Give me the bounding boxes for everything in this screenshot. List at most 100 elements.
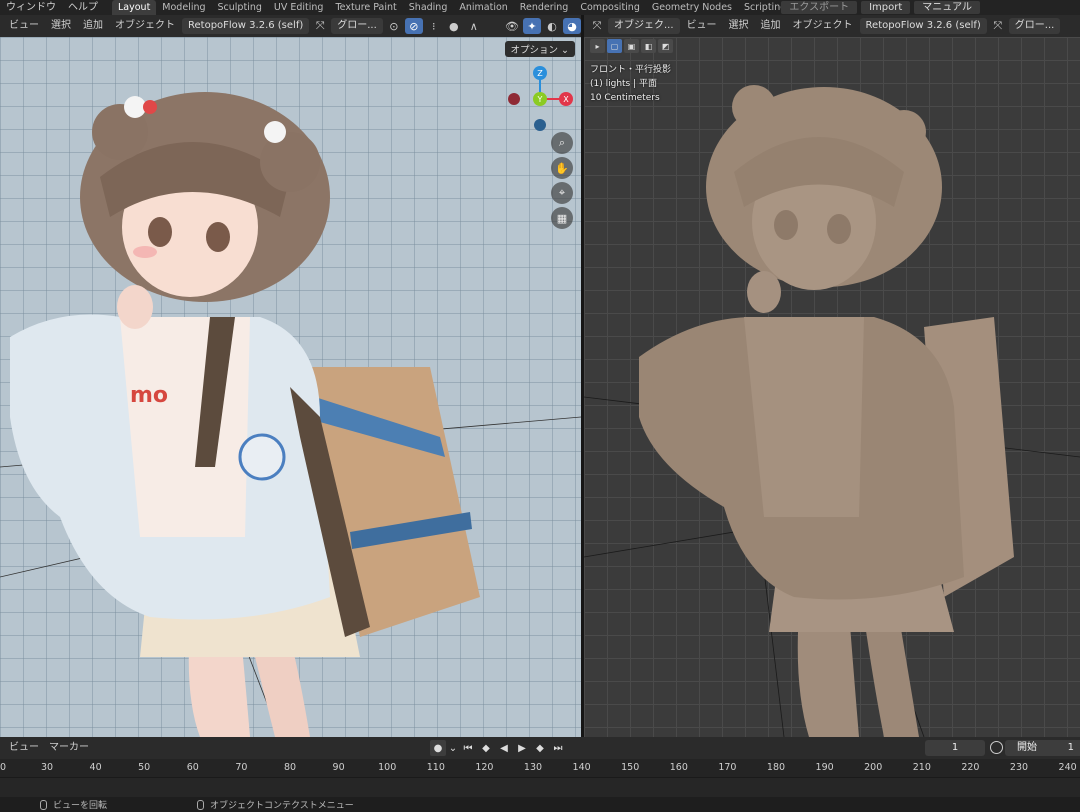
tab-rendering[interactable]: Rendering [514,0,575,15]
clay-character [584,85,1080,737]
object-mode-dropdown[interactable]: オブジェク... [608,18,680,34]
start-frame-field[interactable]: 開始 1 [1005,740,1080,756]
tab-sculpting[interactable]: Sculpting [212,0,268,15]
menu-help[interactable]: ヘルプ [62,0,104,15]
import-button[interactable]: Import [861,1,911,14]
mouse-icon [197,799,205,810]
prev-keyframe-icon[interactable]: ◆ [478,740,494,756]
mouse-icon [40,799,47,810]
zoom-icon[interactable]: ⌕ [551,132,573,154]
status-context-label: オブジェクトコンテクストメニュー [210,801,354,811]
timeline-view-menu[interactable]: ビュー [4,739,44,757]
transform-pivot-icon[interactable]: ⤧ [311,18,329,34]
menu-object[interactable]: オブジェクト [788,17,858,35]
timeline-tick-label: 50 [138,762,151,773]
timeline-ruler[interactable]: 0 30 40 50 60 70 80 90 100 110 120 130 140 150 160 170 1… [0,759,1080,777]
timeline-tick-label: 140 [572,762,591,773]
timeline-tick-label: 70 [235,762,248,773]
menu-add[interactable]: 追加 [78,17,108,35]
options-dropdown[interactable]: オプション ⌄ [504,41,575,57]
tab-compositing[interactable]: Compositing [574,0,646,15]
export-button[interactable]: エクスポート [781,1,858,14]
timeline-marker-menu[interactable]: マーカー [44,739,94,757]
status-rotate: ビューを回転 [40,798,107,811]
retopoflow-dropdown[interactable]: RetopoFlow 3.2.6 (self) [859,18,987,34]
gizmo-icon[interactable]: ✦ [523,18,541,34]
left-3d-viewport[interactable]: mo オプション ⌄ Z Y X ⌕ ✋ ⌖ ▦ [0,37,581,737]
overlay-icon[interactable]: ◐ [543,18,561,34]
timeline-track[interactable] [0,777,1080,797]
tab-modeling[interactable]: Modeling [156,0,211,15]
right-viewport-header: ⤧ オブジェク... ビュー 選択 追加 オブジェクト RetopoFlow 3… [584,15,1080,37]
pivot-icon[interactable]: ⊙ [385,18,403,34]
timeline-tick-label: 230 [1009,762,1029,773]
menu-object[interactable]: オブジェクト [110,17,180,35]
timeline-tick-label: 0 [0,762,7,773]
neg-x-handle [508,93,520,105]
timeline-tick-label: 240 [1058,762,1077,773]
x-label: X [563,95,569,104]
tab-layout[interactable]: Layout [112,0,157,15]
hand-shape [117,285,153,329]
menu-view[interactable]: ビュー [4,17,44,35]
transform-orientation-dropdown[interactable]: グロー... [331,18,383,34]
record-options-icon[interactable]: ⌄ [448,740,458,756]
menu-select[interactable]: 選択 [46,17,76,35]
rendered-character: mo [0,92,581,737]
top-menu-bar: ウィンドウ ヘルプ Layout Modeling Sculpting UV E… [0,0,1080,15]
status-context: オブジェクトコンテクストメニュー [197,798,354,811]
snap-target-icon[interactable]: ⁝ [425,18,443,34]
jump-end-icon[interactable]: ⏭ [550,740,566,756]
transform-orientation-dropdown[interactable]: グロー... [1008,18,1061,34]
play-reverse-icon[interactable]: ◀ [496,740,512,756]
clock-icon[interactable] [990,741,1003,754]
menu-view[interactable]: ビュー [682,17,722,35]
hair-accessory-shape [143,100,157,114]
current-frame-field[interactable]: 1 [925,740,985,756]
eye-shape [206,222,230,252]
visibility-icon[interactable]: 👁 [503,18,521,34]
scale-label: 10 Centimeters [590,93,660,103]
timeline-tick-label: 60 [186,762,199,773]
eye-shape [827,214,851,244]
start-value: 1 [1067,742,1074,753]
shading-solid-icon[interactable]: ◕ [563,18,581,34]
tab-texture-paint[interactable]: Texture Paint [329,0,402,15]
view-name-label: フロント・平行投影 [590,65,672,75]
navigation-gizmo[interactable]: Z Y X [505,65,575,135]
snap-icon[interactable]: ⊘ [404,18,423,34]
falloff-icon[interactable]: ∧ [465,18,483,34]
legs-shape [864,617,919,737]
tab-animation[interactable]: Animation [453,0,513,15]
jump-start-icon[interactable]: ⏮ [460,740,476,756]
camera-icon[interactable]: ⌖ [551,182,573,204]
retopoflow-dropdown[interactable]: RetopoFlow 3.2.6 (self) [182,18,310,34]
menu-select[interactable]: 選択 [724,17,754,35]
menu-window[interactable]: ウィンドウ [0,0,62,15]
eye-shape [148,217,172,247]
timeline-tick-label: 210 [912,762,931,773]
playback-controls: ● ⌄ ⏮ ◆ ◀ ▶ ◆ ⏭ [430,740,566,756]
tab-shading[interactable]: Shading [403,0,454,15]
grid-icon[interactable]: ▦ [551,207,573,229]
menu-add[interactable]: 追加 [756,17,786,35]
timeline-tick-label: 30 [40,762,54,773]
tab-geometry-nodes[interactable]: Geometry Nodes [646,0,738,15]
record-icon[interactable]: ● [430,740,446,756]
blush-shape [133,246,157,258]
play-icon[interactable]: ▶ [514,740,530,756]
eye-shape [774,210,798,240]
shirt-print-graphic: mo [130,383,168,408]
manual-button[interactable]: マニュアル [914,1,980,14]
timeline-tick-label: 180 [766,762,786,773]
next-keyframe-icon[interactable]: ◆ [532,740,548,756]
editor-type-icon[interactable]: ⤧ [588,18,606,34]
hair-accessory-shape [124,96,146,118]
transform-pivot-icon[interactable]: ⤧ [989,18,1007,34]
tab-uv-editing[interactable]: UV Editing [268,0,330,15]
options-label: オプション [510,45,559,56]
timeline-tick-label: 90 [332,762,345,773]
proportional-edit-icon[interactable]: ● [445,18,463,34]
hand-pan-icon[interactable]: ✋ [551,157,573,179]
right-3d-viewport[interactable]: ▸ ▢ ▣ ◧ ◩ フロント・平行投影 (1) lights | 平面 10 C… [584,37,1080,737]
